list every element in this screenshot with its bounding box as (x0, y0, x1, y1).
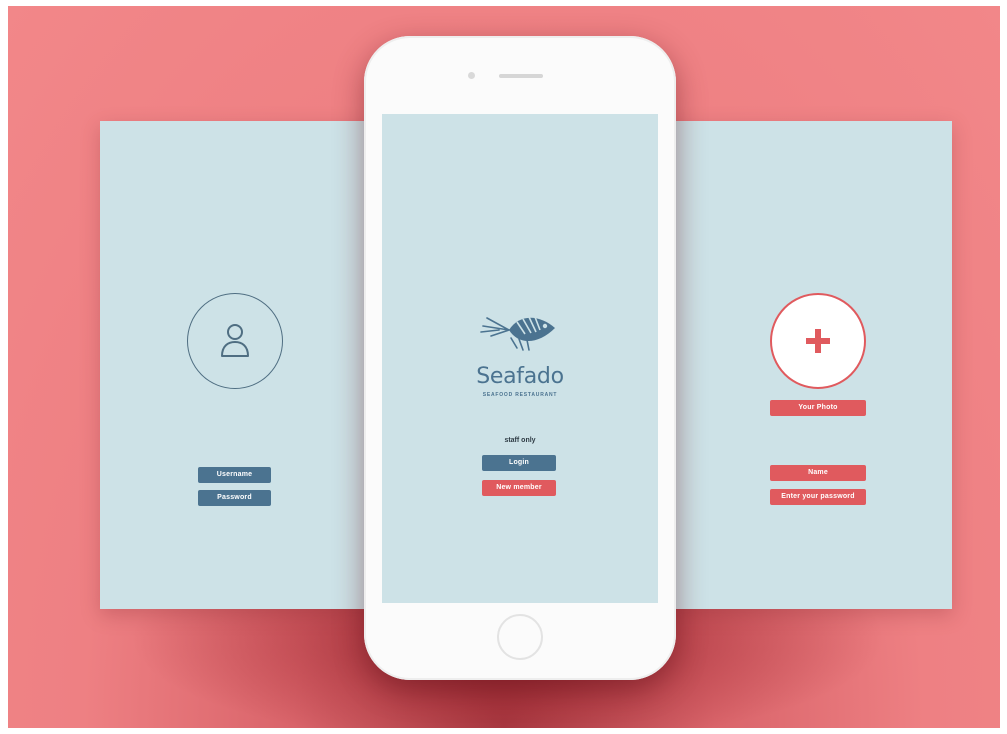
phone-mockup: Seafado SEAFOOD RESTAURANT staff only Lo… (364, 36, 676, 680)
staff-only-label: staff only (504, 437, 536, 444)
home-button[interactable] (497, 614, 543, 660)
new-member-button[interactable]: New member (482, 480, 556, 496)
user-icon (221, 324, 249, 357)
avatar-placeholder[interactable] (187, 293, 283, 389)
login-screen-panel: Username Password (100, 121, 400, 609)
enter-password-field[interactable]: Enter your password (770, 489, 866, 505)
welcome-screen: Seafado SEAFOOD RESTAURANT staff only Lo… (382, 114, 658, 603)
speaker-slot (499, 74, 543, 78)
login-button[interactable]: Login (482, 455, 556, 471)
add-photo-button[interactable] (770, 293, 866, 389)
fish-logo-icon (480, 316, 555, 351)
username-field[interactable]: Username (198, 467, 271, 483)
camera-dot (468, 72, 475, 79)
plus-icon (806, 329, 830, 353)
brand-name: Seafado (476, 364, 564, 389)
name-field[interactable]: Name (770, 465, 866, 481)
signup-screen-panel: Your Photo Name Enter your password (648, 121, 952, 609)
password-field[interactable]: Password (198, 490, 271, 506)
your-photo-button[interactable]: Your Photo (770, 400, 866, 416)
brand-tagline: SEAFOOD RESTAURANT (482, 392, 558, 398)
